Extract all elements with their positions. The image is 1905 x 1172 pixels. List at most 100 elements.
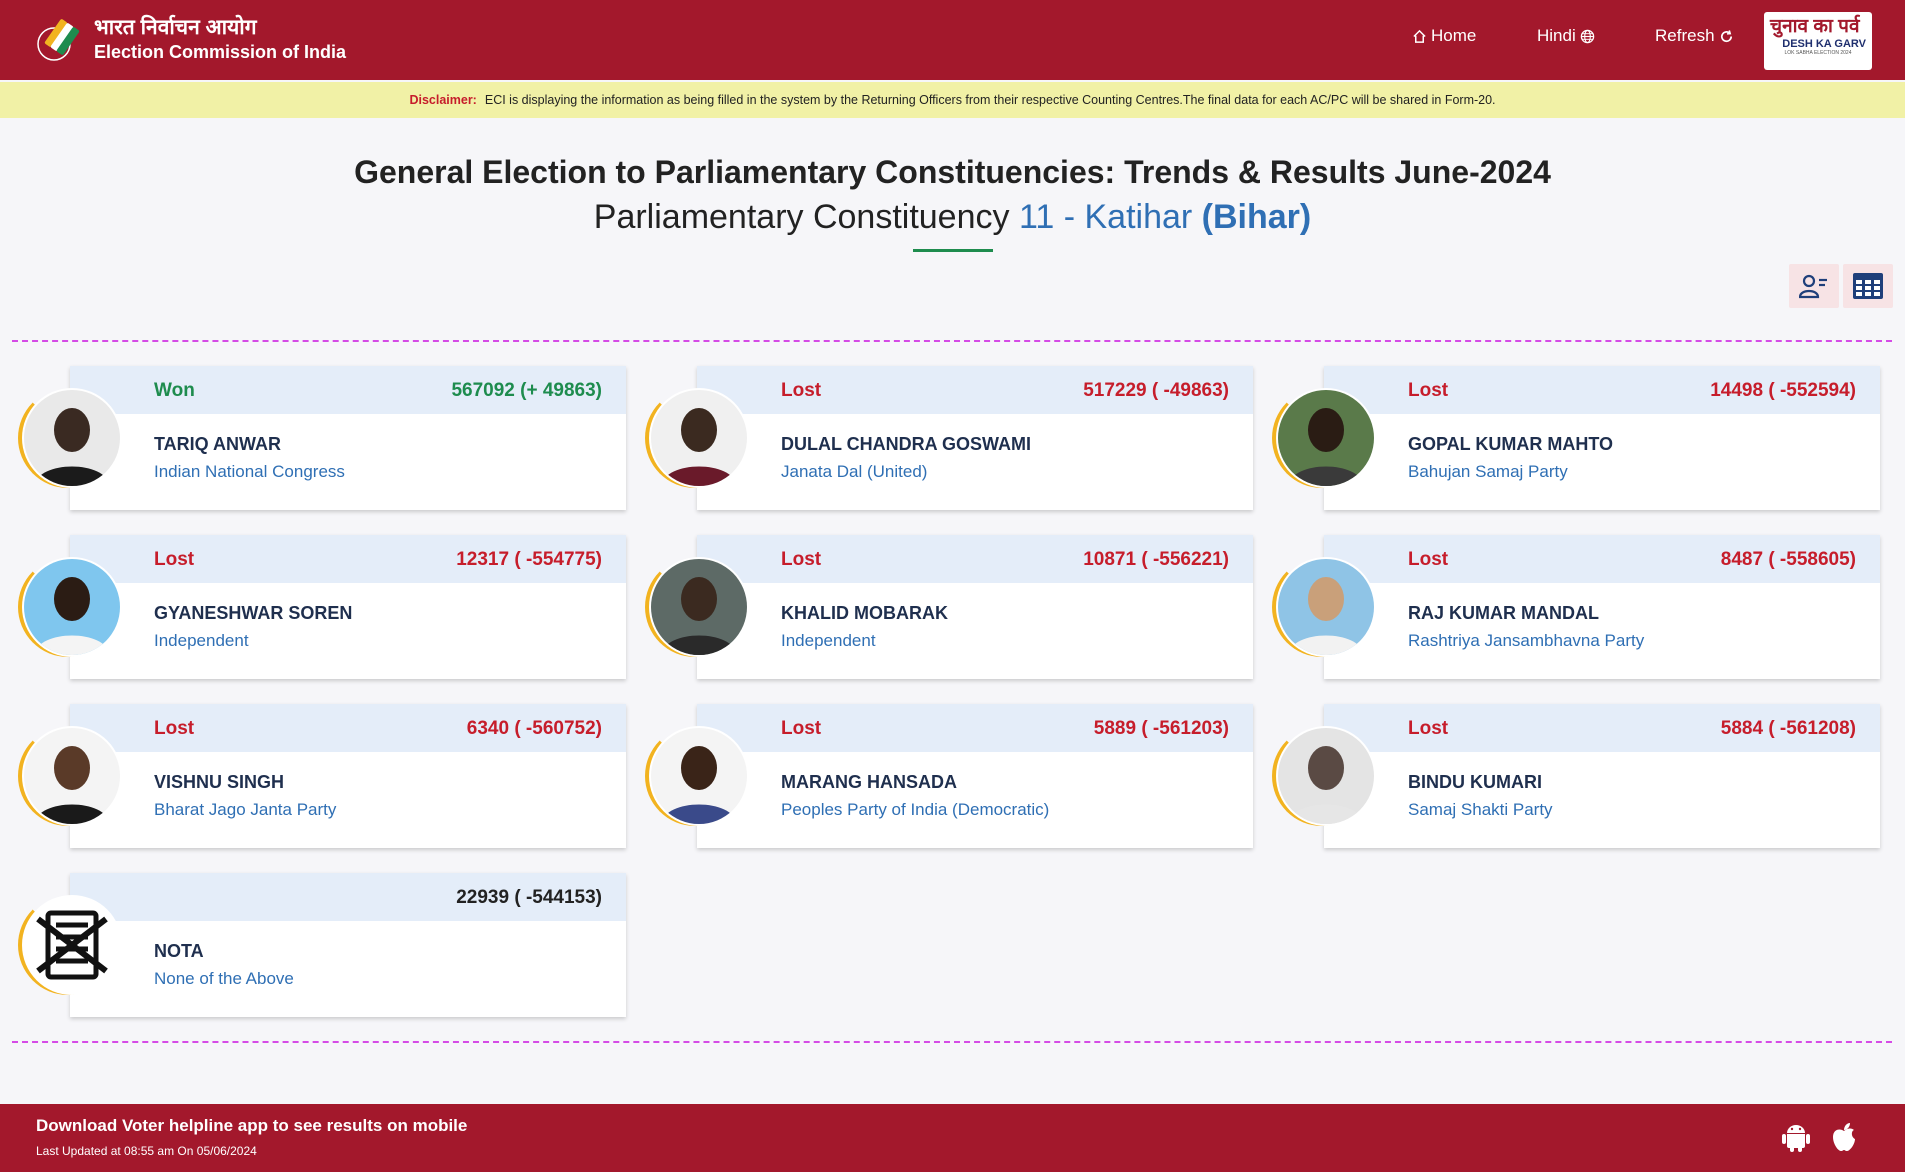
candidate-votes: 5884 ( -561208) (1720, 718, 1856, 739)
brand-hindi-text: चुनाव का पर्व (1770, 16, 1860, 37)
candidate-status: Lost (781, 549, 822, 570)
candidate-card[interactable]: Lost 14498 ( -552594) GOPAL KUMAR MAHTO Bah… (1272, 366, 1882, 512)
disclaimer-bar: Disclaimer: ECI is displaying the inform… (0, 82, 1905, 118)
footer-last-updated: Last Updated at 08:55 am On 05/06/2024 (36, 1144, 257, 1158)
candidate-name: NOTA (154, 941, 204, 961)
candidate-party: Bahujan Samaj Party (1408, 462, 1568, 481)
election-brand-logo: चुनाव का पर्व DESH KA GARV LOK SABHA ELE… (1764, 12, 1872, 70)
candidate-votes: 6340 ( -560752) (466, 718, 602, 739)
nav-home[interactable]: Home (1408, 26, 1476, 46)
candidate-photo (24, 559, 120, 655)
candidate-photo (651, 559, 747, 655)
candidate-party: Samaj Shakti Party (1408, 800, 1553, 819)
table-icon (1853, 273, 1883, 299)
candidate-card-body: Lost 5889 ( -561203) MARANG HANSADA Peoples… (697, 704, 1253, 848)
candidate-card[interactable]: Lost 12317 ( -554775) GYANESHWAR SOREN Inde… (18, 535, 628, 681)
candidate-party: Rashtriya Jansambhavna Party (1408, 631, 1645, 650)
candidate-card-body: Lost 517229 ( -49863) DULAL CHANDRA GOSWAM… (697, 366, 1253, 510)
footer: Download Voter helpline app to see resul… (0, 1104, 1905, 1172)
page-subtitle: Parliamentary Constituency 11 - Katihar … (0, 198, 1905, 237)
candidate-card-body: Lost 10871 ( -556221) KHALID MOBARAK Indepe… (697, 535, 1253, 679)
constituency-name: 11 - Katihar (1018, 198, 1193, 236)
candidate-status: Lost (781, 718, 822, 739)
candidate-votes: 5889 ( -561203) (1093, 718, 1229, 739)
candidate-view-button[interactable] (1789, 264, 1839, 308)
candidate-card-body: Won 567092 (+ 49863) TARIQ ANWAR Indian Nat… (70, 366, 626, 510)
home-icon (1413, 29, 1426, 43)
candidate-photo (1278, 390, 1374, 486)
title-underline (913, 249, 993, 252)
disclaimer-label: Disclaimer: (409, 93, 477, 107)
candidate-name: GOPAL KUMAR MAHTO (1408, 434, 1613, 454)
candidate-card[interactable]: Lost 5884 ( -561208) BINDU KUMARI Samaj Sha… (1272, 704, 1882, 850)
nav-language-label: Hindi (1537, 26, 1576, 45)
candidate-party: Independent (781, 631, 876, 650)
android-icon[interactable] (1782, 1122, 1810, 1157)
candidate-photo (651, 728, 747, 824)
eci-logo-icon (34, 14, 86, 66)
candidate-photo (1278, 559, 1374, 655)
candidate-card[interactable]: Lost 5889 ( -561203) MARANG HANSADA Peoples… (645, 704, 1255, 850)
brand-english-text: DESH KA GARV (1782, 38, 1866, 50)
logo-hindi-text: भारत निर्वाचन आयोग (94, 16, 257, 39)
state-name: (Bihar) (1201, 198, 1312, 236)
candidate-party: Bharat Jago Janta Party (154, 800, 337, 819)
page-title: General Election to Parliamentary Consti… (354, 154, 1551, 190)
eci-logo[interactable]: भारत निर्वाचन आयोग Election Commission o… (34, 14, 346, 66)
candidate-photo (651, 390, 747, 486)
candidate-card-body: Lost 14498 ( -552594) GOPAL KUMAR MAHTO Bah… (1324, 366, 1880, 510)
candidate-status: Lost (1408, 380, 1449, 401)
candidate-card-body: Lost 6340 ( -560752) VISHNU SINGH Bharat Ja… (70, 704, 626, 848)
separator-top (12, 340, 1892, 342)
candidate-votes: 8487 ( -558605) (1720, 549, 1856, 570)
candidate-name: TARIQ ANWAR (154, 434, 281, 454)
candidate-name: BINDU KUMARI (1408, 772, 1542, 792)
user-list-icon (1799, 274, 1827, 299)
candidate-name: KHALID MOBARAK (781, 603, 948, 623)
candidate-party: Janata Dal (United) (781, 462, 928, 481)
candidate-status: Lost (781, 380, 822, 401)
apple-icon[interactable] (1830, 1122, 1858, 1157)
nav-refresh-label: Refresh (1655, 26, 1715, 45)
candidate-card[interactable]: Lost 8487 ( -558605) RAJ KUMAR MANDAL Rasht… (1272, 535, 1882, 681)
candidate-status: Lost (154, 549, 195, 570)
candidate-card[interactable]: Lost 6340 ( -560752) VISHNU SINGH Bharat Ja… (18, 704, 628, 850)
candidate-status: Lost (154, 718, 195, 739)
nav-refresh[interactable]: Refresh (1655, 26, 1738, 46)
candidate-photo (1278, 728, 1374, 824)
candidate-party: None of the Above (154, 969, 294, 988)
candidate-party: Independent (154, 631, 249, 650)
refresh-icon (1720, 29, 1732, 42)
candidate-card[interactable]: Lost 517229 ( -49863) DULAL CHANDRA GOSWAM… (645, 366, 1255, 512)
separator-bottom (12, 1041, 1892, 1043)
brand-small-text: LOK SABHA ELECTION 2024 (1784, 50, 1852, 56)
table-view-button[interactable] (1843, 264, 1893, 308)
nota-icon (24, 897, 120, 993)
top-header: भारत निर्वाचन आयोग Election Commission o… (0, 0, 1905, 80)
candidate-photo (24, 390, 120, 486)
candidate-votes: 567092 (+ 49863) (451, 380, 602, 401)
candidate-party: Peoples Party of India (Democratic) (781, 800, 1050, 819)
candidate-votes: 22939 ( -544153) (456, 887, 602, 908)
candidate-card[interactable]: 22939 ( -544153) NOTA None of the Above (18, 873, 628, 1019)
footer-app-text: Download Voter helpline app to see resul… (36, 1116, 468, 1135)
candidate-name: GYANESHWAR SOREN (154, 603, 353, 623)
disclaimer-text: ECI is displaying the information as bei… (484, 93, 1496, 107)
candidate-status: Lost (1408, 718, 1449, 739)
candidate-card-body: 22939 ( -544153) NOTA None of the Above (70, 873, 626, 1017)
candidate-card[interactable]: Lost 10871 ( -556221) KHALID MOBARAK Indepe… (645, 535, 1255, 681)
candidate-votes: 12317 ( -554775) (456, 549, 602, 570)
candidate-name: RAJ KUMAR MANDAL (1408, 603, 1599, 623)
candidate-card[interactable]: Won 567092 (+ 49863) TARIQ ANWAR Indian Nat… (18, 366, 628, 512)
candidate-card-body: Lost 8487 ( -558605) RAJ KUMAR MANDAL Rasht… (1324, 535, 1880, 679)
globe-icon (1580, 29, 1594, 43)
nav-language[interactable]: Hindi (1537, 26, 1599, 46)
candidate-votes: 10871 ( -556221) (1083, 549, 1229, 570)
candidate-party: Indian National Congress (154, 462, 345, 481)
candidate-name: VISHNU SINGH (154, 772, 285, 792)
candidate-status: Won (154, 380, 195, 401)
nav-home-label: Home (1431, 26, 1477, 45)
candidate-votes: 517229 ( -49863) (1083, 380, 1229, 401)
candidate-card-body: Lost 5884 ( -561208) BINDU KUMARI Samaj Sha… (1324, 704, 1880, 848)
candidate-name: MARANG HANSADA (781, 772, 957, 792)
